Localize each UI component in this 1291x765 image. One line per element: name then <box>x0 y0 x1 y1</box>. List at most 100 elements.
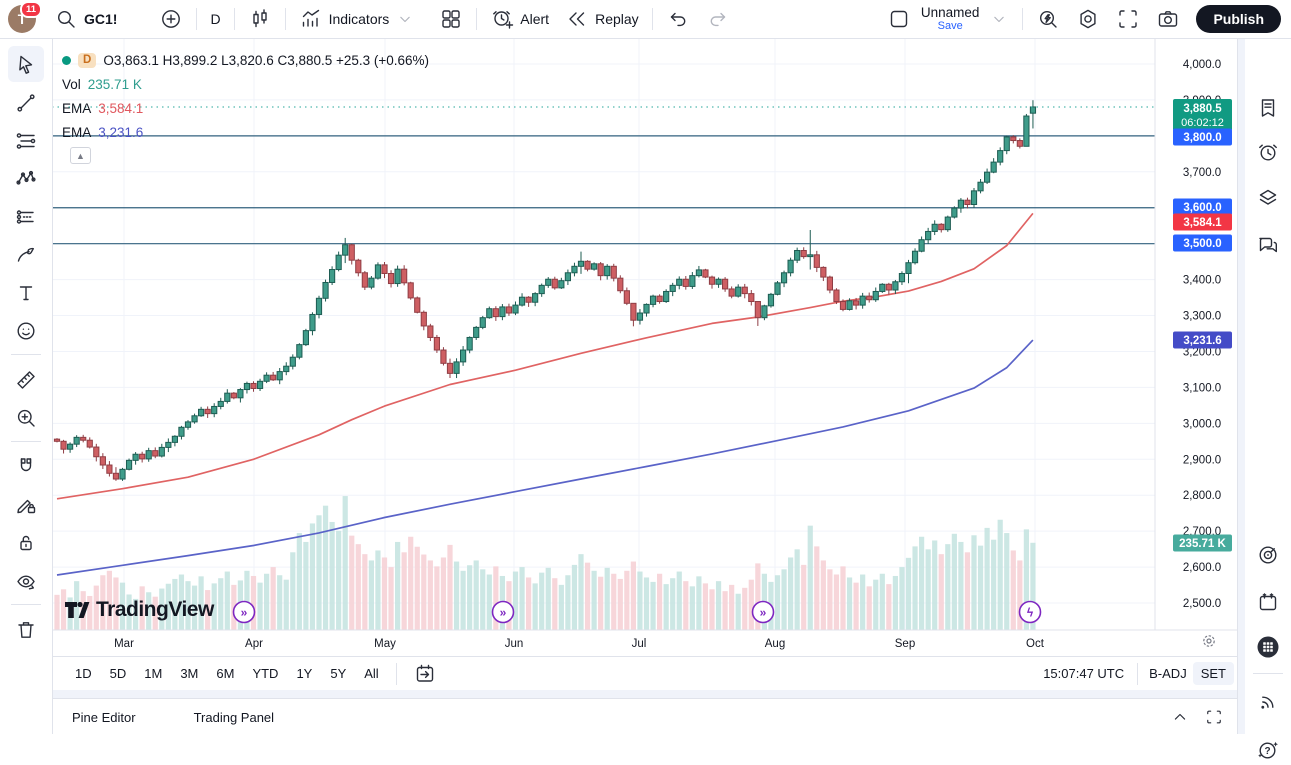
svg-text:3,231.6: 3,231.6 <box>1183 335 1221 347</box>
undo-button[interactable] <box>658 5 698 33</box>
interval-button[interactable]: D <box>202 5 228 33</box>
tool-magnet[interactable] <box>8 448 44 484</box>
avatar[interactable]: T 11 <box>8 5 36 33</box>
sidebar-scanner[interactable] <box>1252 538 1284 570</box>
indicators-button[interactable]: Indicators <box>291 5 424 33</box>
session-toggle[interactable]: SET <box>1193 662 1234 685</box>
ema-slow-line[interactable] <box>57 340 1033 575</box>
tool-lock-all[interactable] <box>8 524 44 560</box>
tool-remove-drawings[interactable] <box>8 611 44 647</box>
layout-name-wrap[interactable]: Unnamed Save <box>921 6 980 33</box>
layout-name: Unnamed <box>921 6 980 20</box>
ema1-label: EMA <box>62 101 91 116</box>
range-3M[interactable]: 3M <box>173 662 205 685</box>
redo-button[interactable] <box>698 5 738 33</box>
interval-badge[interactable]: D <box>78 53 96 68</box>
sidebar-help[interactable]: ? <box>1252 733 1284 765</box>
ema1-value: 3,584.1 <box>98 101 143 116</box>
tool-brush[interactable] <box>8 236 44 272</box>
tool-drawing-lock[interactable] <box>8 486 44 522</box>
undo-icon <box>666 7 690 31</box>
tool-cursor[interactable] <box>8 46 44 82</box>
tool-zoom-in[interactable] <box>8 399 44 435</box>
month-label: Jul <box>632 638 647 650</box>
range-5Y[interactable]: 5Y <box>323 662 353 685</box>
snapshot-button[interactable] <box>1148 5 1188 33</box>
publish-button[interactable]: Publish <box>1196 5 1281 33</box>
tradingview-watermark[interactable]: TradingView <box>64 598 214 622</box>
legend-ema2-row[interactable]: EMA 3,231.6 <box>62 120 429 144</box>
indicators-label: Indicators <box>329 11 390 27</box>
trading-panel-tab[interactable]: Trading Panel <box>188 709 280 726</box>
legend-ema1-row[interactable]: EMA 3,584.1 <box>62 96 429 120</box>
sidebar-watchlist[interactable] <box>1252 91 1284 123</box>
sidebar-calendar[interactable] <box>1252 585 1284 617</box>
tool-fib-retracement[interactable] <box>8 122 44 158</box>
chevron-down-icon <box>395 9 415 29</box>
tool-hide-drawings[interactable] <box>8 562 44 598</box>
axis-marker[interactable]: » <box>753 602 774 623</box>
maximize-panel-icon[interactable] <box>1204 707 1224 727</box>
ema-fast-line[interactable] <box>57 213 1033 498</box>
tool-ruler[interactable] <box>8 361 44 397</box>
sidebar-apps[interactable] <box>1252 630 1284 662</box>
range-5D[interactable]: 5D <box>103 662 134 685</box>
lock-all-icon <box>14 530 38 554</box>
tool-text[interactable] <box>8 274 44 310</box>
sidebar-chat[interactable] <box>1252 228 1284 260</box>
layout-menu-button[interactable] <box>981 5 1017 33</box>
goto-date-button[interactable] <box>405 660 445 688</box>
svg-text:235.71 K: 235.71 K <box>1179 538 1226 550</box>
svg-text:3,800.0: 3,800.0 <box>1183 132 1221 144</box>
indicator-templates-button[interactable] <box>431 5 471 33</box>
range-toolbar: 1D5D1M3M6MYTD1Y5YAll 15:07:47 UTC B-ADJ … <box>0 656 1238 690</box>
price-tick: 4,000.0 <box>1183 59 1221 71</box>
chart-style-button[interactable] <box>240 5 280 33</box>
camera-icon <box>1156 7 1180 31</box>
notification-badge: 11 <box>20 1 42 18</box>
tool-emoji[interactable] <box>8 312 44 348</box>
price-scale-settings-icon[interactable] <box>1204 636 1214 646</box>
range-1D[interactable]: 1D <box>68 662 99 685</box>
tool-xabcd-pattern[interactable] <box>8 160 44 196</box>
axis-marker[interactable]: » <box>234 602 255 623</box>
price-tick: 2,600.0 <box>1183 562 1221 574</box>
replay-button[interactable]: Replay <box>557 5 647 33</box>
cursor-icon <box>14 52 38 76</box>
symbol-search-button[interactable]: GC1! <box>46 5 125 33</box>
range-1M[interactable]: 1M <box>137 662 169 685</box>
quick-search-button[interactable] <box>1028 5 1068 33</box>
candles-icon <box>248 7 272 31</box>
legend-collapse-button[interactable]: ▲ <box>70 147 91 164</box>
alert-button[interactable]: Alert <box>482 5 557 33</box>
gear-icon <box>1076 7 1100 31</box>
adjust-toggle[interactable]: B-ADJ <box>1149 666 1187 681</box>
tool-projection[interactable] <box>8 198 44 234</box>
layout-button[interactable] <box>879 5 919 33</box>
save-button[interactable]: Save <box>938 21 963 32</box>
legend-volume-row[interactable]: Vol 235.71 K <box>62 72 429 96</box>
pine-editor-tab[interactable]: Pine Editor <box>66 709 142 726</box>
sidebar-object-tree[interactable] <box>1252 181 1284 213</box>
axis-badge: 3,600.0 <box>1173 199 1232 216</box>
range-All[interactable]: All <box>357 662 385 685</box>
settings-button[interactable] <box>1068 5 1108 33</box>
sidebar-alerts-clock[interactable] <box>1252 135 1284 167</box>
range-1Y[interactable]: 1Y <box>289 662 319 685</box>
fullscreen-button[interactable] <box>1108 5 1148 33</box>
collapse-panel-icon[interactable] <box>1170 707 1190 727</box>
tool-trend-line[interactable] <box>8 84 44 120</box>
compare-add-button[interactable] <box>151 5 191 33</box>
sidebar-news-signal[interactable] <box>1252 685 1284 717</box>
emoji-icon <box>14 318 38 342</box>
tradingview-logo-icon <box>64 598 90 622</box>
axis-marker[interactable]: ϟ <box>1020 602 1041 623</box>
range-6M[interactable]: 6M <box>209 662 241 685</box>
range-YTD[interactable]: YTD <box>245 662 285 685</box>
indicators-icon <box>299 7 323 31</box>
legend-main-row[interactable]: D O3,863.1 H3,899.2 L3,820.6 C3,880.5 +2… <box>62 48 429 72</box>
goto-date-icon <box>413 662 437 686</box>
sidebar-gap <box>1237 39 1245 734</box>
axis-marker[interactable]: » <box>493 602 514 623</box>
clock[interactable]: 15:07:47 UTC <box>1043 666 1124 681</box>
